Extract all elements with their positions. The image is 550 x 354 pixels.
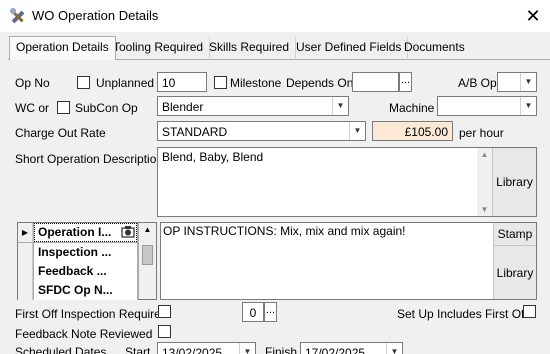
- depends-on-input[interactable]: [352, 72, 399, 92]
- notes-grid-scrollbar[interactable]: ▲: [139, 223, 156, 299]
- row-indicator: [18, 262, 33, 281]
- notes-grid-cell: Feedback ...: [34, 262, 137, 281]
- start-date-value: 13/02/2025: [162, 346, 223, 354]
- close-button[interactable]: ✕: [521, 3, 545, 29]
- tab-operation-details[interactable]: Operation Details: [9, 36, 116, 60]
- work-centre-select[interactable]: Blender ▼: [157, 96, 349, 116]
- chevron-down-icon: ▼: [332, 97, 348, 115]
- ab-op-select[interactable]: ▼: [497, 72, 537, 92]
- tools-icon: [9, 7, 27, 25]
- first-off-lookup-button[interactable]: ...: [264, 302, 277, 322]
- work-centre-value: Blender: [162, 100, 204, 114]
- current-row-indicator: ▶: [18, 223, 33, 242]
- arrow-up-icon[interactable]: ▲: [477, 150, 492, 159]
- stamp-button[interactable]: Stamp: [493, 223, 536, 245]
- notes-grid-cell: SFDC Op N...: [34, 281, 137, 300]
- machine-label: Machine: [389, 101, 435, 115]
- milestone-label: Milestone: [230, 76, 282, 90]
- chevron-down-icon: ▼: [239, 343, 255, 354]
- scroll-thumb[interactable]: [142, 245, 153, 265]
- subcon-op-label: SubCon Op: [75, 101, 138, 115]
- charge-out-rate-label: Charge Out Rate: [15, 126, 106, 140]
- finish-date-picker[interactable]: 17/02/2025 ▼: [300, 342, 403, 354]
- start-label: Start: [125, 345, 151, 354]
- notes-grid-cell: Inspection ...: [34, 243, 137, 262]
- first-off-label: First Off Inspection Required: [15, 307, 168, 321]
- unplanned-label: Unplanned: [96, 76, 155, 90]
- op-no-input[interactable]: 10: [157, 72, 207, 92]
- unplanned-checkbox[interactable]: [77, 76, 90, 89]
- depends-on-label: Depends On: [286, 76, 354, 90]
- tab-user-defined-fields[interactable]: User Defined Fields: [290, 37, 409, 58]
- first-off-checkbox[interactable]: [158, 305, 171, 318]
- short-desc-textarea[interactable]: Blend, Baby, Blend: [162, 150, 487, 210]
- chevron-down-icon: ▼: [520, 97, 536, 115]
- finish-label: Finish: [265, 345, 298, 354]
- notes-grid-row[interactable]: Inspection ...: [18, 243, 138, 262]
- tab-tooling-required[interactable]: Tooling Required: [107, 37, 211, 58]
- notes-grid-row[interactable]: ▶ Operation I...: [18, 223, 138, 242]
- tab-documents[interactable]: Documents: [398, 37, 471, 58]
- row-indicator: [18, 281, 33, 300]
- rate-amount-field: £105.00: [372, 121, 453, 141]
- start-date-picker[interactable]: 13/02/2025 ▼: [157, 342, 256, 354]
- setup-includes-label: Set Up Includes First Off: [397, 307, 528, 321]
- first-off-qty-input[interactable]: 0: [242, 302, 264, 322]
- milestone-checkbox[interactable]: [214, 76, 227, 89]
- op-no-label: Op No: [15, 76, 50, 90]
- wc-or-label: WC or: [15, 101, 49, 115]
- arrow-up-icon[interactable]: ▲: [139, 225, 156, 234]
- short-desc-library-button[interactable]: Library: [492, 148, 536, 216]
- arrow-down-icon[interactable]: ▼: [477, 205, 492, 214]
- ab-op-label: A/B Op: [458, 76, 497, 90]
- feedback-reviewed-label: Feedback Note Reviewed: [15, 327, 153, 341]
- chevron-down-icon: ▼: [349, 122, 365, 140]
- instructions-textarea[interactable]: OP INSTRUCTIONS: Mix, mix and mix again!: [163, 224, 488, 296]
- chevron-down-icon: ▼: [520, 73, 536, 91]
- subcon-op-checkbox[interactable]: [57, 101, 70, 114]
- rate-unit-label: per hour: [459, 126, 504, 140]
- notes-grid-row[interactable]: Feedback ...: [18, 262, 138, 281]
- chevron-down-icon: ▼: [386, 343, 402, 354]
- notes-icon[interactable]: [121, 226, 135, 238]
- row-indicator: [18, 243, 33, 262]
- charge-out-rate-value: STANDARD: [162, 125, 228, 139]
- charge-out-rate-select[interactable]: STANDARD ▼: [157, 121, 366, 141]
- short-desc-label: Short Operation Description: [15, 152, 164, 166]
- window-title: WO Operation Details: [32, 8, 159, 23]
- machine-select[interactable]: ▼: [437, 96, 537, 116]
- finish-date-value: 17/02/2025: [305, 346, 366, 354]
- scheduled-dates-label: Scheduled Dates: [15, 345, 107, 354]
- notes-grid-row[interactable]: SFDC Op N...: [18, 281, 138, 300]
- tab-skills-required[interactable]: Skills Required: [203, 37, 297, 58]
- feedback-reviewed-checkbox[interactable]: [158, 325, 171, 338]
- instructions-library-button[interactable]: Library: [493, 245, 536, 299]
- setup-includes-checkbox[interactable]: [523, 305, 536, 318]
- depends-on-lookup-button[interactable]: ...: [399, 72, 412, 92]
- short-desc-scrollbar[interactable]: ▲ ▼: [477, 148, 492, 216]
